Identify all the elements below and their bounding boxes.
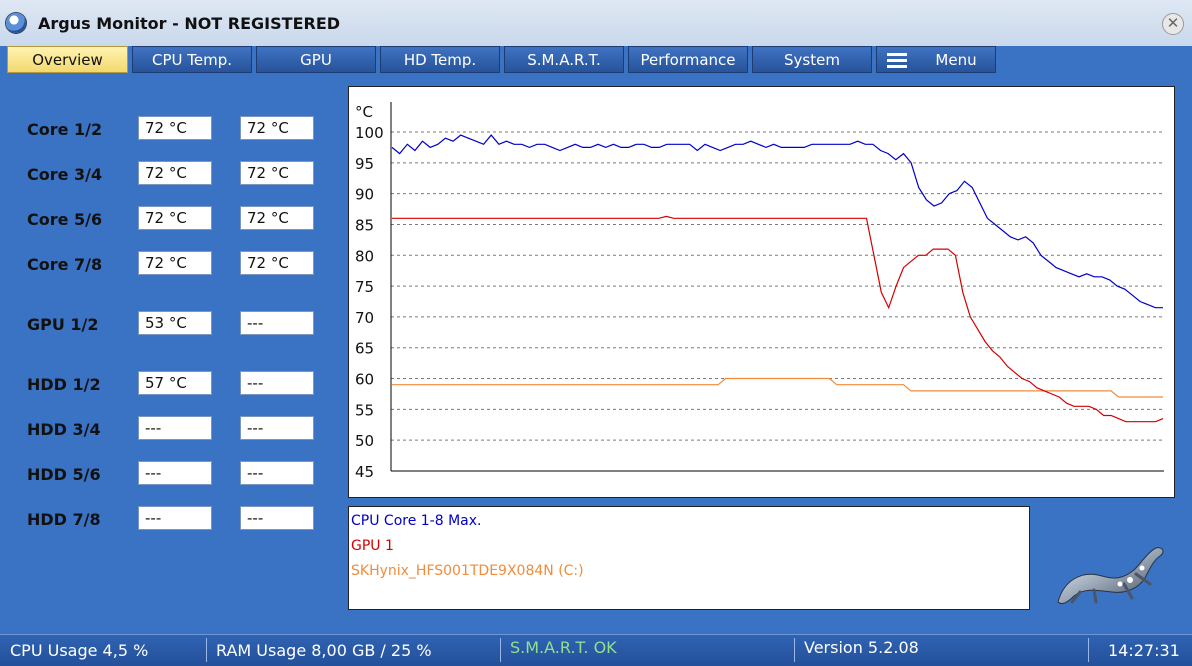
- y-tick-label: 75: [355, 278, 374, 296]
- sensor-label: HDD 5/6: [27, 465, 101, 484]
- tab-system[interactable]: System: [752, 46, 872, 73]
- sensor-row-hdd-5-6: HDD 5/6 --- ---: [0, 461, 340, 487]
- sensor-row-gpu-1-2: GPU 1/2 53 °C ---: [0, 311, 340, 337]
- tab-gpu[interactable]: GPU: [256, 46, 376, 73]
- y-tick-label: 80: [355, 247, 374, 265]
- temperature-chart: °C 100 95 90 85 80 75 70 65 60 55 50 45: [348, 86, 1175, 498]
- legend-item-disk: SKHynix_HFS001TDE9X084N (C:): [351, 563, 584, 579]
- sensor-value-2: 72 °C: [240, 161, 314, 185]
- y-tick-label: 50: [355, 432, 374, 450]
- legend-item-cpu: CPU Core 1-8 Max.: [351, 513, 482, 529]
- status-divider: [794, 638, 795, 662]
- title-bar: Argus Monitor - NOT REGISTERED ✕: [0, 0, 1192, 46]
- sensor-value-1: 53 °C: [138, 311, 212, 335]
- sensor-row-core-1-2: Core 1/2 72 °C 72 °C: [0, 116, 340, 142]
- window-title: Argus Monitor - NOT REGISTERED: [38, 14, 341, 33]
- y-tick-label: 65: [355, 340, 374, 358]
- y-tick-label: 85: [355, 216, 374, 234]
- sensor-row-hdd-7-8: HDD 7/8 --- ---: [0, 506, 340, 532]
- sensor-value-1: 72 °C: [138, 251, 212, 275]
- sensor-value-2: ---: [240, 416, 314, 440]
- sensor-label: Core 7/8: [27, 255, 103, 274]
- y-tick-label: 60: [355, 371, 374, 389]
- tab-hd-temp[interactable]: HD Temp.: [380, 46, 500, 73]
- clock-status: 14:27:31: [1108, 641, 1180, 660]
- status-divider: [500, 638, 501, 662]
- sensor-value-1: 72 °C: [138, 161, 212, 185]
- sensor-row-hdd-3-4: HDD 3/4 --- ---: [0, 416, 340, 442]
- sensor-value-2: 72 °C: [240, 116, 314, 140]
- sensor-value-2: ---: [240, 311, 314, 335]
- app-icon: [6, 13, 26, 33]
- sensor-value-1: 72 °C: [138, 206, 212, 230]
- smart-status: S.M.A.R.T. OK: [510, 638, 617, 657]
- sensor-value-2: 72 °C: [240, 251, 314, 275]
- legend-item-gpu: GPU 1: [351, 538, 394, 554]
- sensor-value-2: ---: [240, 461, 314, 485]
- status-bar: CPU Usage 4,5 % RAM Usage 8,00 GB / 25 %…: [0, 634, 1192, 666]
- sensor-value-1: 57 °C: [138, 371, 212, 395]
- salamander-logo: [1057, 547, 1164, 605]
- sensor-row-core-7-8: Core 7/8 72 °C 72 °C: [0, 251, 340, 277]
- chart-legend: CPU Core 1-8 Max. GPU 1 SKHynix_HFS001TD…: [348, 506, 1030, 610]
- series-line: [391, 134, 1163, 309]
- sensor-label: Core 5/6: [27, 210, 103, 229]
- y-tick-label: 55: [355, 401, 374, 419]
- sensor-label: HDD 3/4: [27, 420, 101, 439]
- y-tick-label: 90: [355, 186, 374, 204]
- y-tick-label: 95: [355, 155, 374, 173]
- cpu-usage-status: CPU Usage 4,5 %: [10, 641, 149, 660]
- version-status: Version 5.2.08: [804, 638, 919, 657]
- sensor-row-core-5-6: Core 5/6 72 °C 72 °C: [0, 206, 340, 232]
- sensor-value-1: ---: [138, 461, 212, 485]
- sensor-value-2: ---: [240, 506, 314, 530]
- close-button[interactable]: ✕: [1162, 13, 1184, 35]
- tab-performance[interactable]: Performance: [628, 46, 748, 73]
- chart-svg: °C 100 95 90 85 80 75 70 65 60 55 50 45: [355, 102, 1164, 481]
- status-divider: [1088, 638, 1089, 662]
- y-axis-unit: °C: [355, 103, 373, 121]
- sensor-label: HDD 1/2: [27, 375, 101, 394]
- sensor-label: GPU 1/2: [27, 315, 99, 334]
- sensor-row-hdd-1-2: HDD 1/2 57 °C ---: [0, 371, 340, 397]
- tab-cpu-temp[interactable]: CPU Temp.: [132, 46, 252, 73]
- tab-menu-label: Menu: [935, 51, 977, 69]
- tab-menu[interactable]: Menu: [876, 46, 996, 73]
- tab-smart[interactable]: S.M.A.R.T.: [504, 46, 624, 73]
- sensor-value-2: ---: [240, 371, 314, 395]
- sensor-value-1: ---: [138, 416, 212, 440]
- sensor-value-1: 72 °C: [138, 116, 212, 140]
- y-tick-label: 100: [355, 124, 384, 142]
- series-line: [392, 377, 1163, 398]
- sensor-value-2: 72 °C: [240, 206, 314, 230]
- tab-bar: Overview CPU Temp. GPU HD Temp. S.M.A.R.…: [7, 46, 996, 74]
- ram-usage-status: RAM Usage 8,00 GB / 25 %: [216, 641, 432, 660]
- hamburger-icon: [887, 50, 908, 71]
- tab-overview[interactable]: Overview: [7, 46, 128, 73]
- sensor-row-core-3-4: Core 3/4 72 °C 72 °C: [0, 161, 340, 187]
- status-divider: [206, 638, 207, 662]
- sensor-value-1: ---: [138, 506, 212, 530]
- sensor-label: Core 3/4: [27, 165, 103, 184]
- sensor-label: HDD 7/8: [27, 510, 101, 529]
- y-tick-label: 45: [355, 463, 374, 481]
- sensor-label: Core 1/2: [27, 120, 103, 139]
- y-tick-label: 70: [355, 309, 374, 327]
